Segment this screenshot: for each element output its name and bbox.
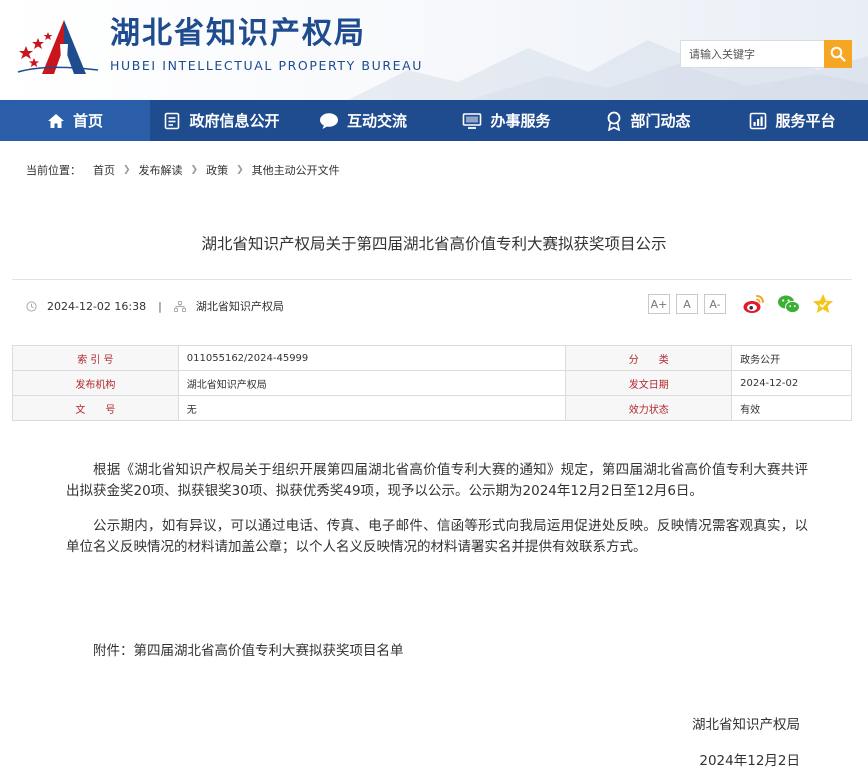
issue-date-value: 2024-12-02 [731,370,852,396]
site-header: 湖北省知识产权局 HUBEI INTELLECTUAL PROPERTY BUR… [0,0,868,100]
article-body: 根据《湖北省知识产权局关于组织开展第四届湖北省高价值专利大赛的通知》规定，第四届… [66,460,808,572]
article-meta: 2024-12-02 16:38 | 湖北省知识产权局 [26,298,284,314]
nav-item-service-platform[interactable]: 服务平台 [717,100,868,141]
breadcrumb-item-release[interactable]: 发布解读 [139,162,183,178]
site-name[interactable]: 湖北省知识产权局 [110,14,366,54]
publish-datetime: 2024-12-02 16:38 [47,299,147,313]
signature-date: 2024年12月2日 [699,753,800,769]
article-paragraph: 公示期内，如有异议，可以通过电话、传真、电子邮件、信函等形式向我局运用促进处反映… [66,518,808,555]
nav-item-label: 互动交流 [346,112,407,130]
sitemap-icon [173,300,186,312]
font-decrease-button[interactable]: A- [704,294,726,314]
attachment-link[interactable]: 附件：第四届湖北省高价值专利大赛拟获奖项目名单 [93,639,404,659]
bar-chart-icon [750,112,767,129]
doc-number-value: 无 [177,395,567,421]
breadcrumb-item-home[interactable]: 首页 [93,162,115,178]
award-icon [608,111,621,131]
bureau-logo-icon[interactable] [16,16,102,78]
breadcrumb-item-policy[interactable]: 政策 [206,162,228,178]
signature-org: 湖北省知识产权局 [692,717,800,733]
weibo-share-icon[interactable] [742,292,766,316]
article-title: 湖北省知识产权局关于第四届湖北省高价值专利大赛拟获奖项目公示 [201,235,667,253]
validity-label: 效力状态 [565,395,733,421]
nav-item-dept-news[interactable]: 部门动态 [580,100,717,141]
breadcrumb-prefix: 当前位置： [26,164,81,177]
main-nav: 首页 政府信息公开 互动交流 办事服务 部门动态 服务平台 [0,100,868,141]
font-default-label: A [683,297,691,311]
chevron-right-icon: ❯ [190,165,199,175]
font-increase-button[interactable]: A+ [648,294,670,314]
font-default-button[interactable]: A [676,294,698,314]
nav-item-interaction[interactable]: 互动交流 [293,100,433,141]
publish-source: 湖北省知识产权局 [195,300,284,313]
nav-item-label: 首页 [72,112,103,130]
publisher-value: 湖北省知识产权局 [177,370,567,396]
wechat-share-icon[interactable] [777,292,801,316]
nav-item-services[interactable]: 办事服务 [433,100,580,141]
search-input[interactable] [680,40,824,68]
nav-item-label: 政府信息公开 [189,112,280,130]
doc-number-label: 文 号 [12,395,179,421]
monitor-icon [463,112,482,129]
nav-item-gov-info[interactable]: 政府信息公开 [150,100,293,141]
clock-icon [26,300,37,312]
chevron-right-icon: ❯ [236,165,244,175]
nav-item-label: 服务平台 [775,112,836,130]
search-icon [830,46,846,62]
font-increase-label: A+ [650,297,668,311]
home-icon [47,113,64,128]
table-row: 索 引 号 011055162/2024-45999 分 类 政务公开 [12,345,852,371]
breadcrumb: 当前位置： 首页 ❯ 发布解读 ❯ 政策 ❯ 其他主动公开文件 [26,162,340,178]
index-number-value: 011055162/2024-45999 [177,345,567,371]
index-number-label: 索 引 号 [12,345,179,371]
document-info-table: 索 引 号 011055162/2024-45999 分 类 政务公开 发布机构… [12,345,852,421]
issue-date-label: 发文日期 [565,370,733,396]
table-row: 发布机构 湖北省知识产权局 发文日期 2024-12-02 [12,370,852,396]
font-decrease-label: A- [709,297,721,311]
nav-item-home[interactable]: 首页 [0,100,150,141]
article-paragraph: 根据《湖北省知识产权局关于组织开展第四届湖北省高价值专利大赛的通知》规定，第四届… [66,462,808,499]
nav-item-label: 办事服务 [490,112,551,130]
document-list-icon [165,112,180,129]
nav-item-label: 部门动态 [630,112,691,130]
chat-bubble-icon [319,112,338,129]
publisher-label: 发布机构 [12,370,179,396]
meta-separator: | [158,299,162,313]
table-row: 文 号 无 效力状态 有效 [12,395,852,421]
category-label: 分 类 [565,345,733,371]
search-button[interactable] [824,40,852,68]
category-value: 政务公开 [731,345,852,371]
chevron-right-icon: ❯ [123,165,131,175]
site-name-english: HUBEI INTELLECTUAL PROPERTY BUREAU [110,58,424,73]
breadcrumb-item-other-files[interactable]: 其他主动公开文件 [252,162,340,178]
validity-value: 有效 [731,395,852,421]
favorite-star-icon[interactable] [811,292,835,316]
title-divider [12,279,852,280]
